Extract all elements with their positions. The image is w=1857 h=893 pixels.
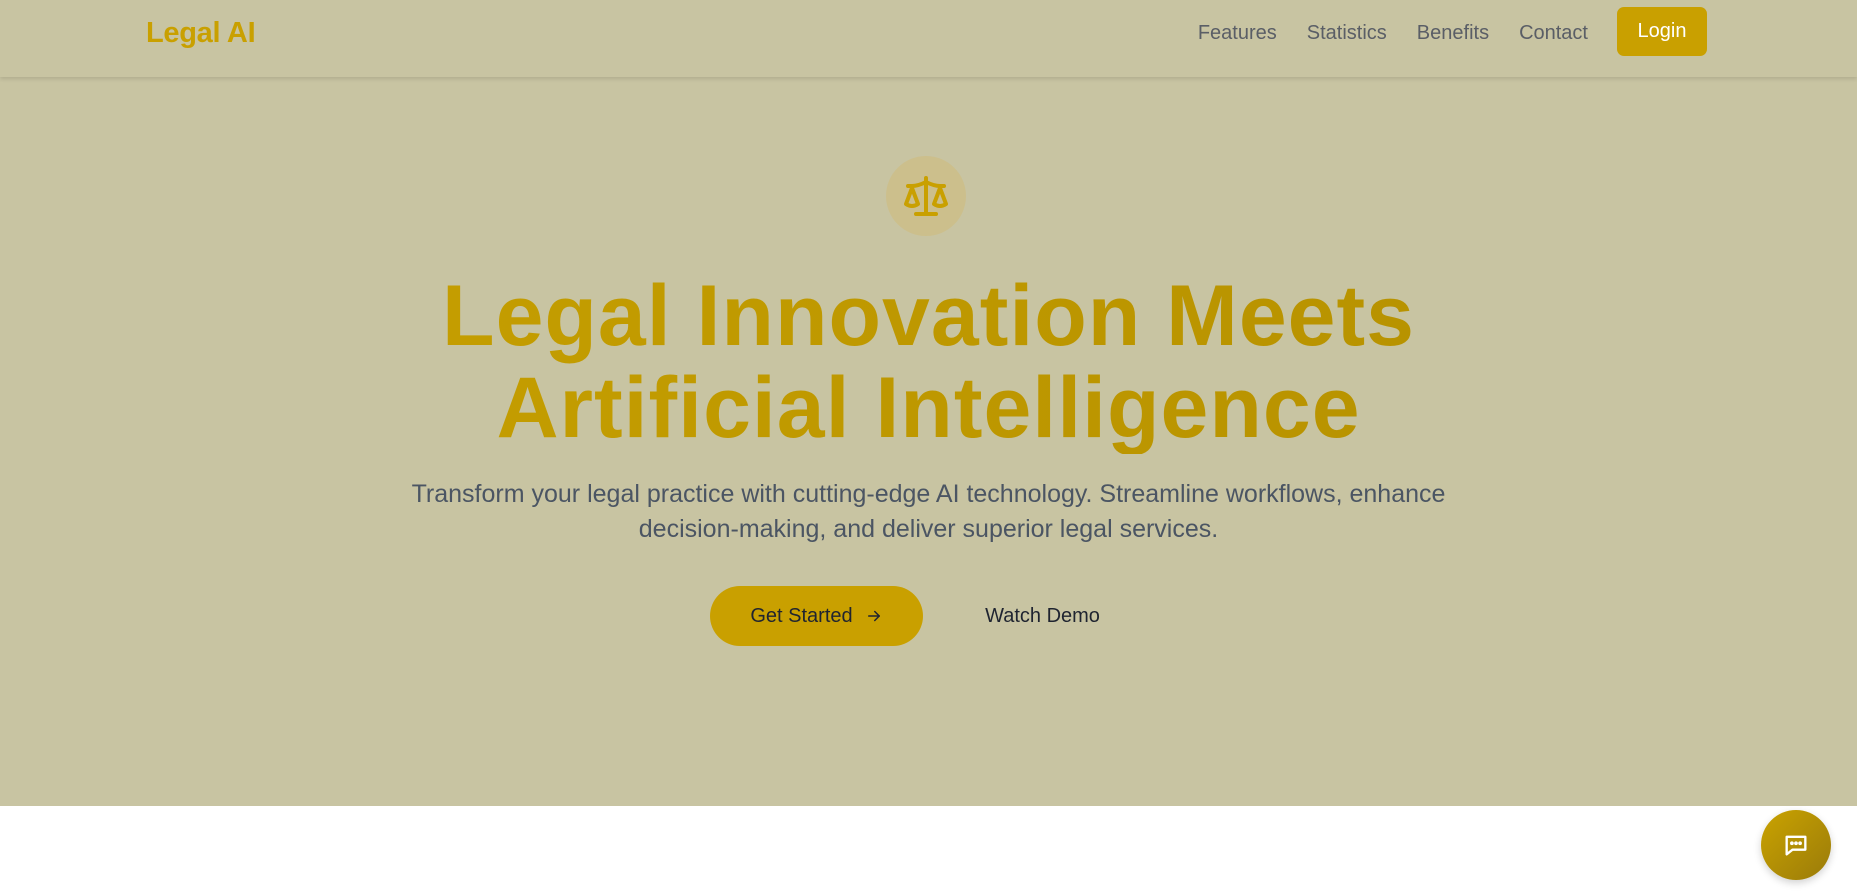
chat-bubble-icon	[1785, 835, 1807, 856]
nav-link-statistics[interactable]: Statistics	[1307, 20, 1387, 46]
hero-headline-line-2: Artificial Intelligence	[496, 360, 1361, 456]
login-button[interactable]: Login	[1617, 7, 1707, 56]
nav-links: Features Statistics Benefits Contact	[1198, 20, 1588, 46]
nav-link-benefits[interactable]: Benefits	[1417, 20, 1489, 46]
arrow-right-icon	[865, 607, 883, 625]
hero-headline: Legal Innovation Meets Artificial Intell…	[0, 270, 1857, 454]
watch-demo-label: Watch Demo	[985, 604, 1100, 627]
nav-link-features[interactable]: Features	[1198, 20, 1277, 46]
watch-demo-button[interactable]: Watch Demo	[960, 586, 1125, 646]
get-started-button[interactable]: Get Started	[710, 586, 923, 646]
nav-link-contact[interactable]: Contact	[1519, 20, 1588, 46]
hero-headline-line-1: Legal Innovation Meets	[442, 268, 1415, 364]
get-started-label: Get Started	[750, 604, 853, 627]
hero-icon-badge	[886, 156, 966, 236]
chat-button[interactable]	[1761, 810, 1831, 880]
hero-subtitle: Transform your legal practice with cutti…	[411, 480, 1446, 543]
hero-section: Legal Innovation Meets Artificial Intell…	[0, 0, 1857, 806]
top-navbar: Legal AI Features Statistics Benefits Co…	[0, 0, 1857, 77]
logo[interactable]: Legal AI	[146, 14, 256, 52]
scale-balance-icon	[904, 176, 948, 216]
